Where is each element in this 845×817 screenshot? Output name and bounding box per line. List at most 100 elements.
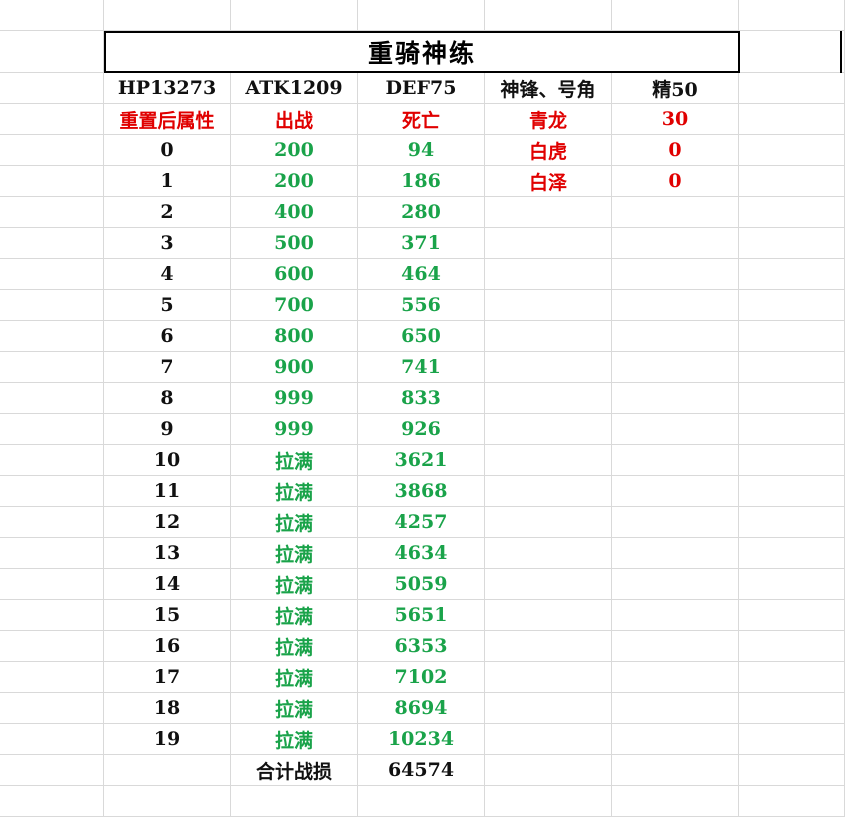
deploy-cell[interactable]: 800 — [231, 321, 358, 352]
level-cell[interactable]: 4 — [104, 259, 231, 290]
death-cell[interactable]: 556 — [358, 290, 485, 321]
empty-cell[interactable] — [0, 538, 104, 569]
death-cell[interactable]: 186 — [358, 166, 485, 197]
empty-cell[interactable] — [739, 166, 845, 197]
empty-cell[interactable] — [739, 321, 845, 352]
header-cell[interactable]: HP13273 — [104, 73, 231, 104]
empty-cell[interactable] — [485, 290, 612, 321]
empty-cell[interactable] — [0, 135, 104, 166]
empty-cell[interactable] — [485, 538, 612, 569]
empty-cell[interactable] — [739, 476, 845, 507]
header-cell[interactable]: 神锋、号角 — [485, 73, 612, 104]
level-cell[interactable]: 2 — [104, 197, 231, 228]
level-cell[interactable]: 7 — [104, 352, 231, 383]
empty-cell[interactable] — [231, 0, 358, 31]
deploy-cell[interactable]: 拉满 — [231, 538, 358, 569]
empty-cell[interactable] — [485, 445, 612, 476]
empty-cell[interactable] — [485, 507, 612, 538]
empty-cell[interactable] — [612, 786, 739, 817]
level-cell[interactable]: 11 — [104, 476, 231, 507]
death-cell[interactable]: 741 — [358, 352, 485, 383]
death-cell[interactable]: 4257 — [358, 507, 485, 538]
empty-cell[interactable] — [0, 228, 104, 259]
empty-cell[interactable] — [485, 600, 612, 631]
empty-cell[interactable] — [0, 259, 104, 290]
death-cell[interactable]: 926 — [358, 414, 485, 445]
empty-cell[interactable] — [739, 600, 845, 631]
death-cell[interactable]: 464 — [358, 259, 485, 290]
empty-cell[interactable] — [0, 73, 104, 104]
header-cell[interactable]: DEF75 — [358, 73, 485, 104]
level-cell[interactable]: 13 — [104, 538, 231, 569]
empty-cell[interactable] — [485, 755, 612, 786]
death-cell[interactable]: 6353 — [358, 631, 485, 662]
death-cell[interactable]: 3868 — [358, 476, 485, 507]
empty-cell[interactable] — [612, 445, 739, 476]
death-cell[interactable]: 5651 — [358, 600, 485, 631]
subheader-cell[interactable]: 重置后属性 — [104, 104, 231, 135]
empty-cell[interactable] — [612, 631, 739, 662]
empty-cell[interactable] — [739, 631, 845, 662]
empty-cell[interactable] — [485, 569, 612, 600]
empty-cell[interactable] — [739, 290, 845, 321]
deploy-cell[interactable]: 拉满 — [231, 569, 358, 600]
death-cell[interactable]: 4634 — [358, 538, 485, 569]
subheader-cell[interactable]: 青龙 — [485, 104, 612, 135]
empty-cell[interactable] — [612, 228, 739, 259]
empty-cell[interactable] — [0, 104, 104, 135]
level-cell[interactable]: 8 — [104, 383, 231, 414]
empty-cell[interactable] — [485, 383, 612, 414]
empty-cell[interactable] — [0, 600, 104, 631]
empty-cell[interactable] — [739, 383, 845, 414]
deploy-cell[interactable]: 拉满 — [231, 631, 358, 662]
deploy-cell[interactable]: 999 — [231, 414, 358, 445]
empty-cell[interactable] — [0, 569, 104, 600]
deploy-cell[interactable]: 拉满 — [231, 476, 358, 507]
deploy-cell[interactable]: 200 — [231, 166, 358, 197]
empty-cell[interactable] — [231, 786, 358, 817]
header-cell[interactable]: ATK1209 — [231, 73, 358, 104]
total-value-cell[interactable]: 64574 — [358, 755, 485, 786]
death-cell[interactable]: 3621 — [358, 445, 485, 476]
empty-cell[interactable] — [0, 693, 104, 724]
empty-cell[interactable] — [612, 755, 739, 786]
empty-cell[interactable] — [0, 166, 104, 197]
empty-cell[interactable] — [485, 197, 612, 228]
deploy-cell[interactable]: 拉满 — [231, 662, 358, 693]
empty-cell[interactable] — [739, 352, 845, 383]
empty-cell[interactable] — [612, 569, 739, 600]
deploy-cell[interactable]: 700 — [231, 290, 358, 321]
empty-cell[interactable] — [0, 321, 104, 352]
empty-cell[interactable] — [485, 631, 612, 662]
header-cell[interactable]: 精50 — [612, 73, 739, 104]
level-cell[interactable]: 18 — [104, 693, 231, 724]
empty-cell[interactable] — [612, 724, 739, 755]
death-cell[interactable]: 7102 — [358, 662, 485, 693]
empty-cell[interactable] — [739, 507, 845, 538]
empty-cell[interactable] — [0, 786, 104, 817]
empty-cell[interactable] — [0, 662, 104, 693]
empty-cell[interactable] — [739, 104, 845, 135]
deploy-cell[interactable]: 600 — [231, 259, 358, 290]
subheader-cell[interactable]: 30 — [612, 104, 739, 135]
side-value-cell[interactable]: 0 — [612, 135, 739, 166]
empty-cell[interactable] — [739, 569, 845, 600]
empty-cell[interactable] — [612, 383, 739, 414]
empty-cell[interactable] — [739, 228, 845, 259]
level-cell[interactable]: 3 — [104, 228, 231, 259]
empty-cell[interactable] — [739, 135, 845, 166]
empty-cell[interactable] — [485, 693, 612, 724]
empty-cell[interactable] — [612, 538, 739, 569]
empty-cell[interactable] — [0, 290, 104, 321]
empty-cell[interactable] — [739, 0, 845, 31]
subheader-cell[interactable]: 死亡 — [358, 104, 485, 135]
empty-cell[interactable] — [0, 383, 104, 414]
empty-cell[interactable] — [104, 786, 231, 817]
empty-cell[interactable] — [739, 786, 845, 817]
deploy-cell[interactable]: 999 — [231, 383, 358, 414]
empty-cell[interactable] — [612, 321, 739, 352]
death-cell[interactable]: 5059 — [358, 569, 485, 600]
death-cell[interactable]: 650 — [358, 321, 485, 352]
empty-cell[interactable] — [0, 0, 104, 31]
empty-cell[interactable] — [0, 631, 104, 662]
